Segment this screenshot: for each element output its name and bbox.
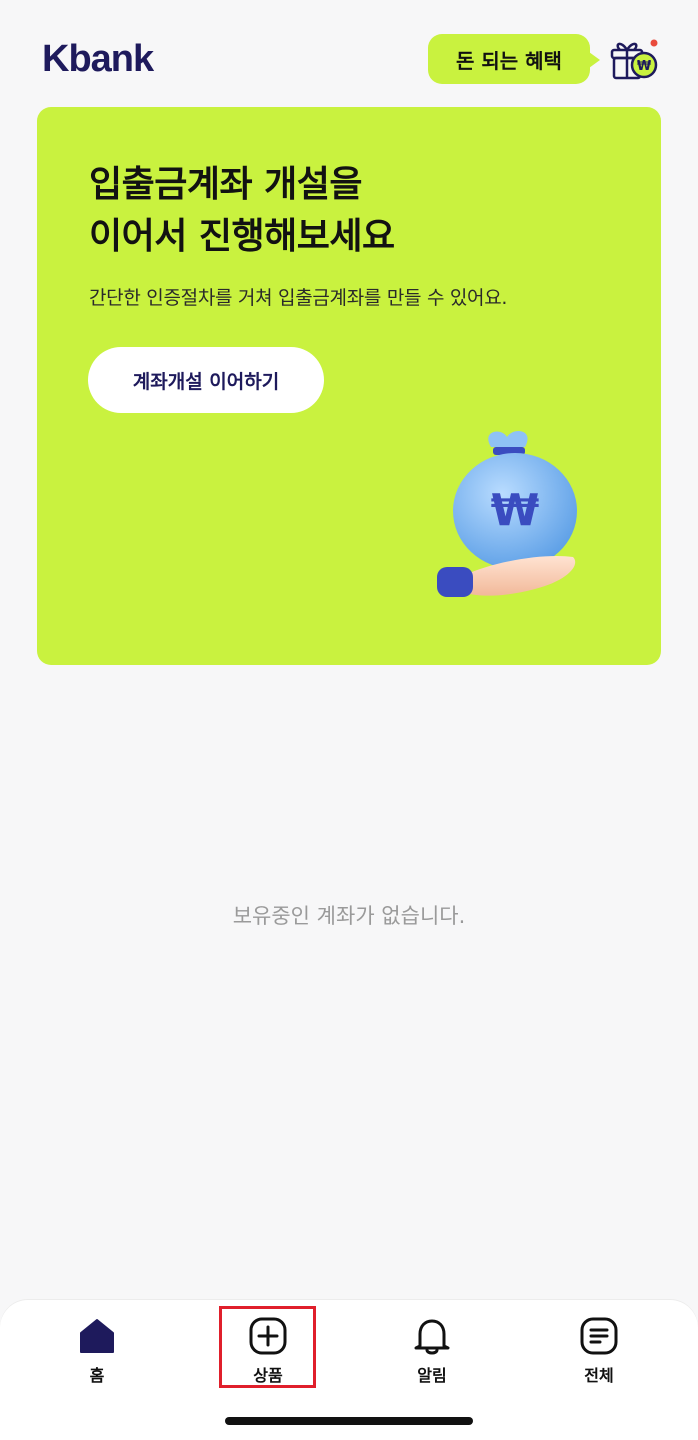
kbank-logo: Kbank bbox=[42, 38, 154, 80]
account-opening-banner: 입출금계좌 개설을 이어서 진행해보세요 간단한 인증절차를 거쳐 입출금계좌를… bbox=[37, 107, 661, 665]
svg-text:₩: ₩ bbox=[637, 59, 652, 74]
tab-products[interactable]: 상품 bbox=[213, 1316, 323, 1396]
app-header: Kbank 돈 되는 혜택 ₩ bbox=[0, 0, 698, 100]
banner-title-line1: 입출금계좌 개설을 bbox=[89, 164, 362, 205]
gift-won-icon[interactable]: ₩ bbox=[606, 38, 662, 82]
no-accounts-message: 보유중인 계좌가 없습니다. bbox=[232, 904, 466, 928]
banner-title: 입출금계좌 개설을 이어서 진행해보세요 bbox=[89, 159, 395, 263]
benefits-button[interactable]: 돈 되는 혜택 bbox=[428, 34, 600, 84]
tab-all-menu-label: 전체 bbox=[584, 1366, 614, 1385]
tab-products-label: 상품 bbox=[253, 1366, 283, 1385]
tab-alerts-label: 알림 bbox=[417, 1366, 447, 1385]
continue-account-opening-button[interactable]: 계좌개설 이어하기 bbox=[88, 347, 324, 413]
plus-square-icon bbox=[249, 1317, 287, 1355]
money-bag-illustration: ₩ bbox=[437, 431, 577, 597]
bell-icon bbox=[414, 1319, 450, 1355]
banner-title-line2: 이어서 진행해보세요 bbox=[89, 216, 395, 257]
home-icon bbox=[80, 1319, 114, 1353]
tab-home[interactable]: 홈 bbox=[42, 1316, 152, 1396]
tab-home-label: 홈 bbox=[89, 1366, 105, 1385]
home-indicator[interactable] bbox=[225, 1417, 473, 1425]
tab-all-menu[interactable]: 전체 bbox=[544, 1316, 654, 1396]
menu-list-icon bbox=[580, 1317, 618, 1355]
tab-alerts[interactable]: 알림 bbox=[377, 1316, 487, 1396]
svg-text:₩: ₩ bbox=[491, 485, 540, 536]
banner-subtitle: 간단한 인증절차를 거쳐 입출금계좌를 만들 수 있어요. bbox=[89, 287, 508, 309]
